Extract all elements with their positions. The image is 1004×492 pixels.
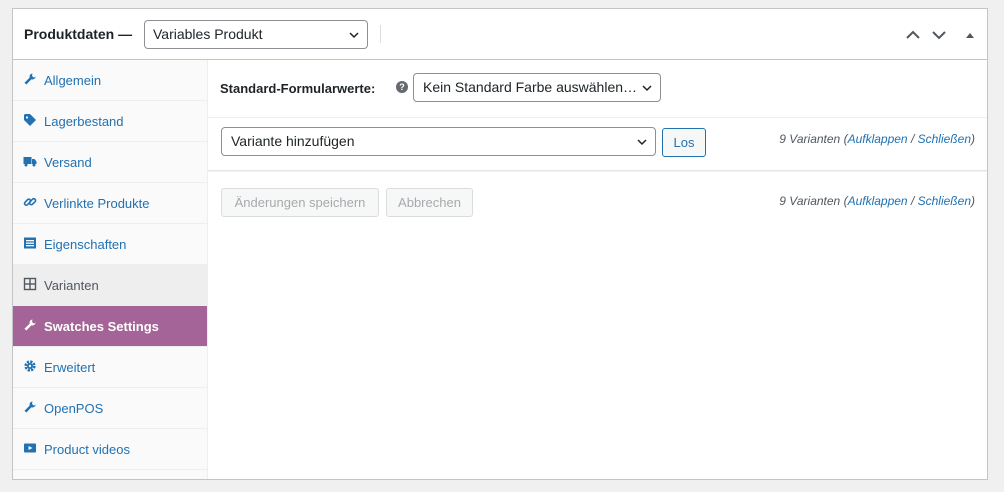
variations-count-text: 9 Varianten ( [779,132,848,146]
tab-label: Eigenschaften [44,237,127,252]
variations-count: 9 Varianten (Aufklappen / Schließen) [779,132,975,146]
tab-label: Lagerbestand [44,114,124,129]
product-data-panel: Produktdaten — Variables Produkt Allgeme… [12,8,988,480]
variation-action-select[interactable]: Variante hinzufügen [221,127,656,156]
move-up-icon[interactable] [904,26,922,44]
paren-close: ) [971,132,975,146]
default-color-value: Kein Standard Farbe auswählen… [423,79,638,95]
tag-icon [24,114,36,126]
separator: / [907,132,918,146]
default-color-select[interactable]: Kein Standard Farbe auswählen… [413,73,661,102]
product-data-tabs: Allgemein Lagerbestand Versand Verlinkte… [13,60,208,479]
default-form-values-label: Standard-Formularwerte: [220,81,376,96]
tab-varianten[interactable]: Varianten [13,265,207,306]
close-link[interactable]: Schließen [918,132,971,146]
tab-product-videos[interactable]: Product videos [13,429,207,470]
move-down-icon[interactable] [930,26,948,44]
tab-label: Product videos [44,442,130,457]
tab-label: Varianten [44,278,99,293]
truck-icon [23,157,37,167]
list-icon [24,237,36,249]
wrench-icon [24,401,36,413]
link-icon [23,197,37,207]
gear-icon [24,360,36,372]
variations-count-bottom: 9 Varianten (Aufklappen / Schließen) [779,194,975,208]
cancel-button[interactable]: Abbrechen [386,188,473,217]
tab-allgemein[interactable]: Allgemein [13,60,207,101]
chevron-down-icon [349,32,359,39]
tab-label: Swatches Settings [44,319,159,334]
panel-header: Produktdaten — Variables Produkt [13,9,987,60]
chevron-down-icon [637,139,647,146]
save-changes-button[interactable]: Änderungen speichern [221,188,379,217]
help-icon[interactable]: ? [396,81,408,93]
tab-erweitert[interactable]: Erweitert [13,347,207,388]
go-button[interactable]: Los [662,128,706,157]
tab-swatches-settings[interactable]: Swatches Settings [13,306,207,347]
tab-label: Erweitert [44,360,96,375]
expand-link[interactable]: Aufklappen [848,132,908,146]
tab-versand[interactable]: Versand [13,142,207,183]
grid-icon [23,277,37,291]
tab-label: Versand [44,155,92,170]
wrench-icon [24,73,36,85]
paren-close: ) [971,194,975,208]
variation-actions-row: Variante hinzufügen Los 9 Varianten (Auf… [208,118,987,171]
close-link[interactable]: Schließen [918,194,971,208]
product-type-select[interactable]: Variables Produkt [144,20,368,49]
tab-label: OpenPOS [44,401,104,416]
tab-lagerbestand[interactable]: Lagerbestand [13,101,207,142]
tab-eigenschaften[interactable]: Eigenschaften [13,224,207,265]
video-icon [24,443,36,453]
tab-verlinkte-produkte[interactable]: Verlinkte Produkte [13,183,207,224]
toggle-panel-icon[interactable] [961,26,979,44]
panel-title: Produktdaten — [24,26,133,42]
default-form-values-row: Standard-Formularwerte: ? Kein Standard … [208,60,987,118]
expand-link[interactable]: Aufklappen [848,194,908,208]
product-type-value: Variables Produkt [153,26,263,42]
wrench-icon [24,319,36,331]
tab-label: Verlinkte Produkte [44,196,150,211]
separator: / [907,194,918,208]
chevron-down-icon [642,85,652,92]
variations-panel: Standard-Formularwerte: ? Kein Standard … [208,60,987,479]
variations-count-text: 9 Varianten ( [779,194,848,208]
variation-action-value: Variante hinzufügen [231,133,355,149]
tab-label: Allgemein [44,73,102,88]
header-divider [380,25,381,43]
tab-openpos[interactable]: OpenPOS [13,388,207,429]
